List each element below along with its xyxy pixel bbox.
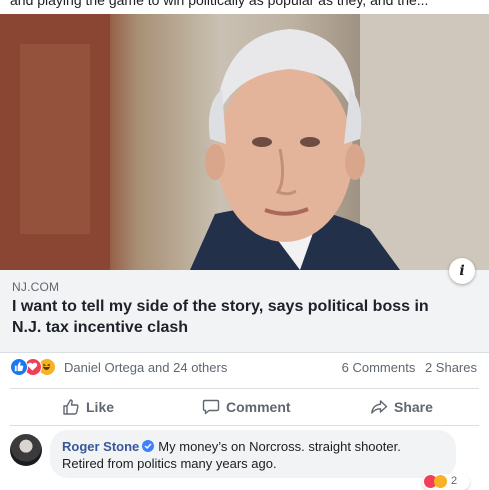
comment-bubble: Roger Stone My money’s on Norcross. strai…: [50, 430, 456, 478]
share-button[interactable]: Share: [370, 389, 433, 425]
share-icon: [371, 400, 388, 414]
engagement-counts: 6 Comments 2 Shares: [336, 360, 477, 375]
like-label: Like: [86, 399, 115, 415]
link-preview-card[interactable]: NJ.COM I want to tell my side of the sto…: [0, 270, 489, 353]
reactors-text[interactable]: Daniel Ortega and 24 others: [64, 360, 227, 375]
post-stats-bar: Daniel Ortega and 24 others 6 Comments 2…: [0, 352, 489, 382]
portrait-illustration: [0, 14, 489, 270]
comment-reactions[interactable]: 2: [422, 474, 470, 490]
comment-author[interactable]: Roger Stone: [62, 439, 139, 454]
like-button[interactable]: Like: [62, 389, 114, 425]
link-domain: NJ.COM: [12, 280, 60, 294]
share-label: Share: [394, 399, 433, 415]
link-preview-image[interactable]: [0, 14, 489, 270]
comment-item: Roger Stone My money’s on Norcross. strai…: [10, 430, 480, 490]
thumbs-up-icon: [63, 399, 79, 415]
comment-button[interactable]: Comment: [202, 389, 291, 425]
comment-label: Comment: [226, 399, 291, 415]
link-headline[interactable]: I want to tell my side of the story, say…: [12, 296, 462, 338]
avatar[interactable]: [10, 434, 42, 466]
post-text: and playing the game to win politically …: [10, 0, 429, 8]
haha-reaction-icon: [434, 475, 447, 488]
verified-badge-icon: [142, 440, 155, 452]
comment-icon: [202, 399, 220, 415]
like-reaction-icon: [10, 358, 28, 376]
comments-count[interactable]: 6 Comments: [342, 360, 416, 375]
reaction-icons[interactable]: [10, 358, 68, 376]
post-actions-bar: Like Comment Share: [10, 388, 479, 426]
shares-count[interactable]: 2 Shares: [425, 360, 477, 375]
comment-reaction-count: 2: [451, 475, 458, 487]
info-icon[interactable]: i: [449, 258, 475, 284]
